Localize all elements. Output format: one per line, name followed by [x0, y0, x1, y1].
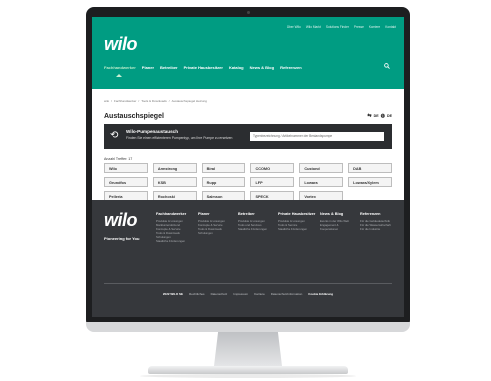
breadcrumb-separator: / — [111, 99, 113, 103]
footer-column-heading[interactable]: Referenzen — [360, 212, 400, 217]
nav-news-blog[interactable]: News & Blog — [250, 65, 274, 70]
page-title: Austauschspiegel — [104, 113, 164, 120]
wilo-logo[interactable]: wilo — [104, 34, 138, 55]
monitor-shadow — [140, 374, 356, 378]
footer-column-heading[interactable]: Betreiber — [238, 212, 278, 217]
breadcrumb-item[interactable]: Fachhandwerker — [114, 99, 136, 103]
nav-referenzen[interactable]: Referenzen — [280, 65, 302, 70]
footer-logo[interactable]: wilo — [104, 210, 138, 231]
website-screen: Über Wilo Wilo Markt Solutions Finder Pr… — [92, 17, 404, 317]
footer-divider — [104, 283, 392, 284]
footer-column: Referenzen Für die Gebäudetechnik Für di… — [360, 212, 400, 231]
breadcrumb-separator: / — [138, 99, 140, 103]
copyright: 2022 WILO SE — [162, 292, 184, 296]
brand-button[interactable]: DAB — [348, 163, 392, 173]
breadcrumb-separator: / — [168, 99, 170, 103]
search-icon[interactable] — [384, 63, 390, 69]
footer-link[interactable]: Staatliche Förderungen — [238, 227, 278, 231]
monitor-stand-base — [148, 366, 348, 374]
brand-button[interactable]: Lowara/Xylem — [348, 177, 392, 187]
footer-column: Private Hausbesitzer Produkte & Lösungen… — [278, 212, 318, 231]
footer-link[interactable]: Staatliche Förderungen — [278, 227, 318, 231]
cookie-link[interactable]: Cookie Erklärung — [308, 292, 333, 296]
footer-column-heading[interactable]: News & Blog — [320, 212, 360, 217]
legal-link[interactable]: Karriere — [254, 292, 265, 296]
footer-column-heading[interactable]: Planer — [198, 212, 238, 217]
footer-link[interactable]: Staatliche Förderungen — [156, 239, 196, 243]
site-footer: wilo Pioneering for You Fachhandwerker P… — [92, 200, 404, 317]
brand-button[interactable]: KSB — [152, 177, 197, 187]
finder-title: Wilo-Pumpenaustausch — [126, 129, 179, 134]
webcam-dot — [247, 11, 250, 14]
breadcrumb-item[interactable]: wilo — [104, 99, 109, 103]
footer-legal-bar: 2022 WILO SE Rechtliches Datenschutz Imp… — [92, 292, 404, 296]
legal-link[interactable]: Datenschutz — [211, 292, 228, 296]
nav-planer[interactable]: Planer — [142, 65, 154, 70]
topnav-link[interactable]: Solutions Finder — [326, 25, 349, 29]
footer-link[interactable]: Schulungen — [198, 231, 238, 235]
monitor-stand-neck — [214, 332, 282, 366]
brand-grid: Wilo Armstrong Biral CCOMO Custond DAB G… — [104, 163, 392, 201]
topnav-link[interactable]: Über Wilo — [287, 25, 301, 29]
topnav-link[interactable]: Wilo Markt — [306, 25, 321, 29]
site-header: Über Wilo Wilo Markt Solutions Finder Pr… — [92, 17, 404, 89]
footer-link[interactable]: Kooperationen — [320, 227, 360, 231]
footer-column: Fachhandwerker Produkte & Lösungen Markt… — [156, 212, 196, 243]
nav-private-hausbesitzer[interactable]: Private Hausbesitzer — [184, 65, 223, 70]
pump-replacement-finder: ⟲ Wilo-Pumpenaustausch Finden Sie einen … — [104, 124, 392, 149]
legal-link[interactable]: Impressum — [233, 292, 248, 296]
share-icon[interactable]: ⇆ — [367, 113, 371, 119]
breadcrumb: wilo / Fachhandwerker / Tools & Download… — [104, 99, 207, 103]
nav-betreiber[interactable]: Betreiber — [160, 65, 178, 70]
region-code[interactable]: DE — [387, 114, 392, 118]
language-code[interactable]: DE — [374, 114, 379, 118]
nav-fachhandwerker[interactable]: Fachhandwerker — [104, 65, 136, 70]
brand-button[interactable]: Biral — [201, 163, 246, 173]
active-nav-indicator — [116, 74, 122, 77]
footer-slogan: Pioneering for You — [104, 236, 140, 241]
footer-column: Betreiber Produkte & Lösungen Tools und … — [238, 212, 278, 231]
legal-link[interactable]: Rechtliches — [189, 292, 205, 296]
brand-button[interactable]: Lowara — [299, 177, 344, 187]
brand-button[interactable]: LFP — [250, 177, 295, 187]
brand-button[interactable]: Armstrong — [152, 163, 197, 173]
pump-search-input[interactable]: Typenbezeichnung / Artikelnummer der Bes… — [250, 132, 384, 141]
monitor-chin — [86, 322, 410, 332]
footer-link[interactable]: Für die Industrie — [360, 227, 400, 231]
footer-column-heading[interactable]: Fachhandwerker — [156, 212, 196, 217]
nav-katalog[interactable]: Katalog — [229, 65, 244, 70]
topnav-link[interactable]: Kontakt — [385, 25, 396, 29]
main-navigation: Fachhandwerker Planer Betreiber Private … — [104, 65, 302, 70]
globe-icon[interactable]: ◍ — [381, 113, 385, 119]
footer-column: News & Blog Events in der Wilo Welt Enga… — [320, 212, 360, 231]
brand-button[interactable]: Rupp — [201, 177, 246, 187]
brand-button[interactable]: Custond — [299, 163, 344, 173]
topnav-link[interactable]: Karriere — [369, 25, 380, 29]
brand-button[interactable]: Wilo — [104, 163, 148, 173]
finder-description: Finden Sie einen effizienteren Pumpentyp… — [126, 136, 233, 140]
brand-button[interactable]: CCOMO — [250, 163, 295, 173]
replace-arrows-icon: ⟲ — [110, 130, 119, 141]
results-count: Anzahl Treffer: 17 — [104, 157, 133, 161]
language-region-selector[interactable]: ⇆ DE ◍ DE — [367, 113, 392, 119]
breadcrumb-current: Austauschspiegel Heizung — [171, 99, 207, 103]
brand-button[interactable]: Grundfos — [104, 177, 148, 187]
breadcrumb-item[interactable]: Tools & Downloads — [141, 99, 167, 103]
footer-column: Planer Produkte & Lösungen Konzepte & Se… — [198, 212, 238, 235]
topnav-link[interactable]: Presse — [354, 25, 364, 29]
footer-column-heading[interactable]: Private Hausbesitzer — [278, 212, 318, 217]
legal-link[interactable]: Datenschutzinformation — [271, 292, 303, 296]
top-navigation: Über Wilo Wilo Markt Solutions Finder Pr… — [287, 25, 396, 29]
